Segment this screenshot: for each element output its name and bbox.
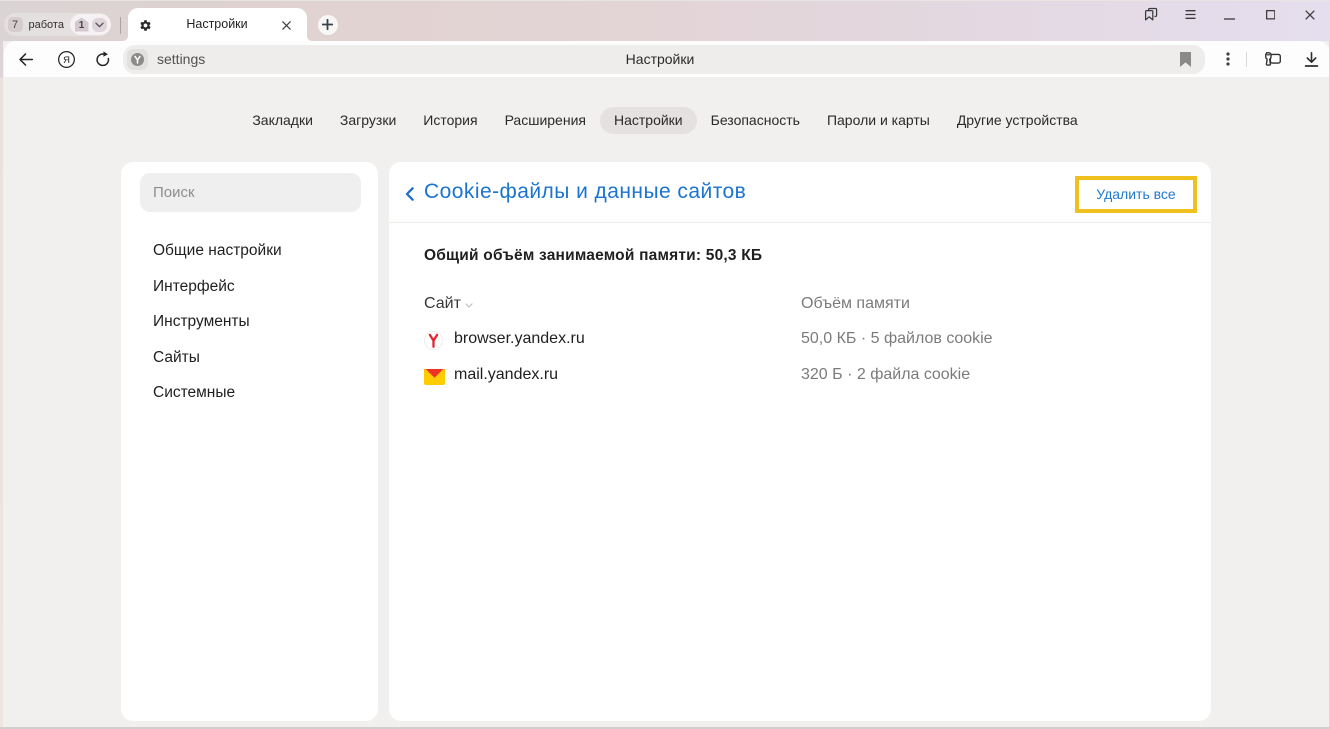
- svg-text:Я: Я: [63, 54, 70, 65]
